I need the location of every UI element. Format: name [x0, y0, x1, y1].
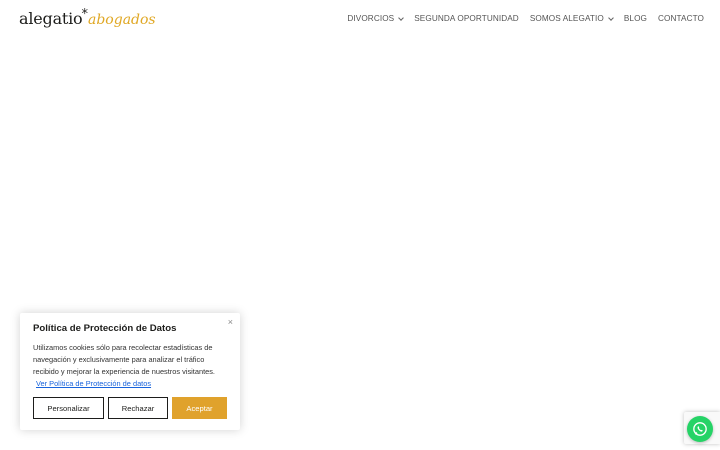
cookie-banner: × Política de Protección de Datos Utiliz… [20, 313, 240, 430]
site-header: alegatio*abogados DIVORCIOS SEGUNDA OPOR… [0, 0, 720, 40]
nav-item-contacto[interactable]: CONTACTO [658, 14, 704, 23]
nav-item-label: BLOG [623, 14, 648, 23]
nav-item-label: CONTACTO [658, 14, 704, 23]
privacy-policy-link[interactable]: Ver Política de Protección de datos [36, 379, 151, 388]
whatsapp-icon[interactable] [687, 416, 713, 442]
page: alegatio*abogados DIVORCIOS SEGUNDA OPOR… [0, 0, 720, 450]
personalizar-button[interactable]: Personalizar [33, 397, 104, 419]
rechazar-button[interactable]: Rechazar [108, 397, 168, 419]
logo-main-text: alegatio [19, 9, 83, 28]
main-nav: DIVORCIOS SEGUNDA OPORTUNIDAD SOMOS ALEG… [336, 14, 704, 23]
nav-item-blog[interactable]: BLOG [624, 14, 647, 23]
aceptar-button[interactable]: Aceptar [172, 397, 227, 419]
logo-sub-text: abogados [88, 12, 156, 28]
cookie-banner-text: Utilizamos cookies sólo para recolectar … [33, 342, 229, 390]
cookie-banner-title: Política de Protección de Datos [33, 323, 177, 334]
nav-item-divorcios[interactable]: DIVORCIOS [347, 14, 405, 23]
nav-item-label: SOMOS ALEGATIO [529, 14, 604, 23]
site-logo[interactable]: alegatio*abogados [19, 7, 156, 33]
cookie-banner-actions: Personalizar Rechazar Aceptar [33, 397, 227, 419]
nav-item-segunda-oportunidad[interactable]: SEGUNDA OPORTUNIDAD [414, 14, 519, 23]
logo-star: * [81, 7, 89, 22]
cookie-banner-body: Utilizamos cookies sólo para recolectar … [33, 343, 215, 376]
close-icon[interactable]: × [228, 317, 233, 327]
chevron-down-icon [608, 14, 614, 21]
nav-item-label: SEGUNDA OPORTUNIDAD [414, 14, 519, 23]
chevron-down-icon [398, 14, 405, 21]
whatsapp-glyph [693, 422, 707, 436]
nav-item-somos-alegatio[interactable]: SOMOS ALEGATIO [529, 14, 614, 23]
nav-item-label: DIVORCIOS [347, 14, 395, 23]
